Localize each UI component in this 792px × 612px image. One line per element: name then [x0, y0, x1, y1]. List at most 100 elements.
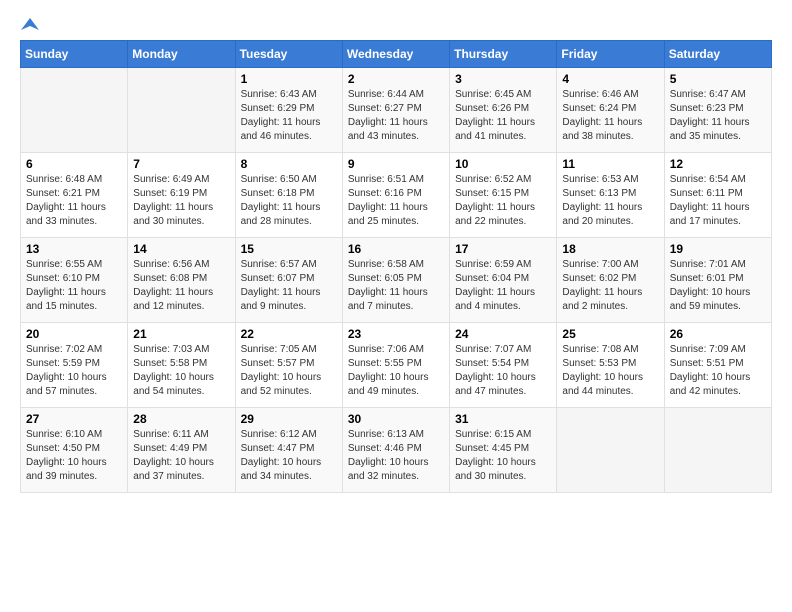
calendar-cell: 13 Sunrise: 6:55 AMSunset: 6:10 PMDayligh… [21, 238, 128, 323]
day-number: 21 [133, 327, 229, 341]
day-number: 12 [670, 157, 766, 171]
day-info: Sunrise: 7:07 AMSunset: 5:54 PMDaylight:… [455, 343, 551, 399]
calendar-cell: 21 Sunrise: 7:03 AMSunset: 5:58 PMDayligh… [128, 323, 235, 408]
header-friday: Friday [557, 41, 664, 68]
calendar-cell: 12Sunrise: 6:54 AMSunset: 6:11 PMDayligh… [664, 153, 771, 238]
day-number: 6 [26, 157, 122, 171]
day-info: Sunrise: 7:05 AMSunset: 5:57 PMDaylight:… [241, 343, 337, 399]
day-info: Sunrise: 6:59 AMSunset: 6:04 PMDaylight:… [455, 258, 551, 314]
calendar-cell: 2 Sunrise: 6:44 AMSunset: 6:27 PMDaylight… [342, 68, 449, 153]
day-info: Sunrise: 6:49 AMSunset: 6:19 PMDaylight:… [133, 173, 229, 229]
header-monday: Monday [128, 41, 235, 68]
calendar-cell [21, 68, 128, 153]
day-number: 3 [455, 72, 551, 86]
calendar-cell: 17 Sunrise: 6:59 AMSunset: 6:04 PMDayligh… [450, 238, 557, 323]
day-number: 18 [562, 242, 658, 256]
day-number: 1 [241, 72, 337, 86]
day-info: Sunrise: 6:44 AMSunset: 6:27 PMDaylight:… [348, 88, 444, 144]
day-number: 28 [133, 412, 229, 426]
calendar-cell [557, 408, 664, 493]
calendar-table: SundayMondayTuesdayWednesdayThursdayFrid… [20, 40, 772, 493]
calendar-cell: 8 Sunrise: 6:50 AMSunset: 6:18 PMDaylight… [235, 153, 342, 238]
day-number: 15 [241, 242, 337, 256]
day-info: Sunrise: 7:02 AMSunset: 5:59 PMDaylight:… [26, 343, 122, 399]
day-number: 23 [348, 327, 444, 341]
day-number: 5 [670, 72, 766, 86]
calendar-cell [128, 68, 235, 153]
calendar-cell: 25 Sunrise: 7:08 AMSunset: 5:53 PMDayligh… [557, 323, 664, 408]
day-info: Sunrise: 6:12 AMSunset: 4:47 PMDaylight:… [241, 428, 337, 484]
day-number: 30 [348, 412, 444, 426]
calendar-cell: 20 Sunrise: 7:02 AMSunset: 5:59 PMDayligh… [21, 323, 128, 408]
day-number: 17 [455, 242, 551, 256]
calendar-cell: 28 Sunrise: 6:11 AMSunset: 4:49 PMDayligh… [128, 408, 235, 493]
day-number: 26 [670, 327, 766, 341]
day-info: Sunrise: 6:15 AMSunset: 4:45 PMDaylight:… [455, 428, 551, 484]
calendar-week-row: 1 Sunrise: 6:43 AMSunset: 6:29 PMDaylight… [21, 68, 772, 153]
day-info: Sunrise: 6:57 AMSunset: 6:07 PMDaylight:… [241, 258, 337, 314]
day-number: 8 [241, 157, 337, 171]
calendar-cell: 26Sunrise: 7:09 AMSunset: 5:51 PMDayligh… [664, 323, 771, 408]
calendar-cell: 27Sunrise: 6:10 AMSunset: 4:50 PMDayligh… [21, 408, 128, 493]
logo-bird-icon [21, 16, 39, 34]
calendar-cell: 22 Sunrise: 7:05 AMSunset: 5:57 PMDayligh… [235, 323, 342, 408]
calendar-cell: 11Sunrise: 6:53 AMSunset: 6:13 PMDayligh… [557, 153, 664, 238]
calendar-cell: 4 Sunrise: 6:46 AMSunset: 6:24 PMDaylight… [557, 68, 664, 153]
day-info: Sunrise: 6:51 AMSunset: 6:16 PMDaylight:… [348, 173, 444, 229]
calendar-cell: 7Sunrise: 6:49 AMSunset: 6:19 PMDaylight… [128, 153, 235, 238]
day-number: 16 [348, 242, 444, 256]
calendar-cell: 10 Sunrise: 6:52 AMSunset: 6:15 PMDayligh… [450, 153, 557, 238]
day-number: 11 [562, 157, 658, 171]
day-info: Sunrise: 6:46 AMSunset: 6:24 PMDaylight:… [562, 88, 658, 144]
calendar-cell: 23 Sunrise: 7:06 AMSunset: 5:55 PMDayligh… [342, 323, 449, 408]
calendar-cell: 15 Sunrise: 6:57 AMSunset: 6:07 PMDayligh… [235, 238, 342, 323]
day-number: 4 [562, 72, 658, 86]
day-info: Sunrise: 6:58 AMSunset: 6:05 PMDaylight:… [348, 258, 444, 314]
calendar-header-row: SundayMondayTuesdayWednesdayThursdayFrid… [21, 41, 772, 68]
day-number: 2 [348, 72, 444, 86]
calendar-week-row: 13 Sunrise: 6:55 AMSunset: 6:10 PMDayligh… [21, 238, 772, 323]
day-number: 10 [455, 157, 551, 171]
calendar-cell: 16 Sunrise: 6:58 AMSunset: 6:05 PMDayligh… [342, 238, 449, 323]
day-number: 24 [455, 327, 551, 341]
day-info: Sunrise: 6:55 AMSunset: 6:10 PMDaylight:… [26, 258, 122, 314]
day-info: Sunrise: 7:03 AMSunset: 5:58 PMDaylight:… [133, 343, 229, 399]
day-info: Sunrise: 6:50 AMSunset: 6:18 PMDaylight:… [241, 173, 337, 229]
calendar-cell: 31 Sunrise: 6:15 AMSunset: 4:45 PMDayligh… [450, 408, 557, 493]
calendar-cell: 3 Sunrise: 6:45 AMSunset: 6:26 PMDaylight… [450, 68, 557, 153]
day-number: 25 [562, 327, 658, 341]
day-number: 13 [26, 242, 122, 256]
calendar-cell: 6 Sunrise: 6:48 AMSunset: 6:21 PMDaylight… [21, 153, 128, 238]
day-info: Sunrise: 6:48 AMSunset: 6:21 PMDaylight:… [26, 173, 122, 229]
calendar-week-row: 27Sunrise: 6:10 AMSunset: 4:50 PMDayligh… [21, 408, 772, 493]
day-number: 22 [241, 327, 337, 341]
page-header [20, 20, 772, 30]
header-sunday: Sunday [21, 41, 128, 68]
day-info: Sunrise: 6:11 AMSunset: 4:49 PMDaylight:… [133, 428, 229, 484]
day-number: 31 [455, 412, 551, 426]
day-number: 9 [348, 157, 444, 171]
header-thursday: Thursday [450, 41, 557, 68]
calendar-cell: 30 Sunrise: 6:13 AMSunset: 4:46 PMDayligh… [342, 408, 449, 493]
day-info: Sunrise: 6:43 AMSunset: 6:29 PMDaylight:… [241, 88, 337, 144]
header-saturday: Saturday [664, 41, 771, 68]
calendar-cell: 18Sunrise: 7:00 AMSunset: 6:02 PMDayligh… [557, 238, 664, 323]
calendar-week-row: 6 Sunrise: 6:48 AMSunset: 6:21 PMDaylight… [21, 153, 772, 238]
day-info: Sunrise: 6:45 AMSunset: 6:26 PMDaylight:… [455, 88, 551, 144]
logo [20, 20, 39, 30]
day-number: 20 [26, 327, 122, 341]
day-number: 19 [670, 242, 766, 256]
day-info: Sunrise: 7:08 AMSunset: 5:53 PMDaylight:… [562, 343, 658, 399]
day-info: Sunrise: 6:10 AMSunset: 4:50 PMDaylight:… [26, 428, 122, 484]
day-info: Sunrise: 6:56 AMSunset: 6:08 PMDaylight:… [133, 258, 229, 314]
day-info: Sunrise: 6:52 AMSunset: 6:15 PMDaylight:… [455, 173, 551, 229]
calendar-cell: 1 Sunrise: 6:43 AMSunset: 6:29 PMDaylight… [235, 68, 342, 153]
calendar-cell: 19Sunrise: 7:01 AMSunset: 6:01 PMDayligh… [664, 238, 771, 323]
day-info: Sunrise: 7:06 AMSunset: 5:55 PMDaylight:… [348, 343, 444, 399]
calendar-week-row: 20 Sunrise: 7:02 AMSunset: 5:59 PMDayligh… [21, 323, 772, 408]
day-info: Sunrise: 6:13 AMSunset: 4:46 PMDaylight:… [348, 428, 444, 484]
day-number: 14 [133, 242, 229, 256]
calendar-cell [664, 408, 771, 493]
calendar-cell: 29Sunrise: 6:12 AMSunset: 4:47 PMDayligh… [235, 408, 342, 493]
calendar-cell: 24 Sunrise: 7:07 AMSunset: 5:54 PMDayligh… [450, 323, 557, 408]
